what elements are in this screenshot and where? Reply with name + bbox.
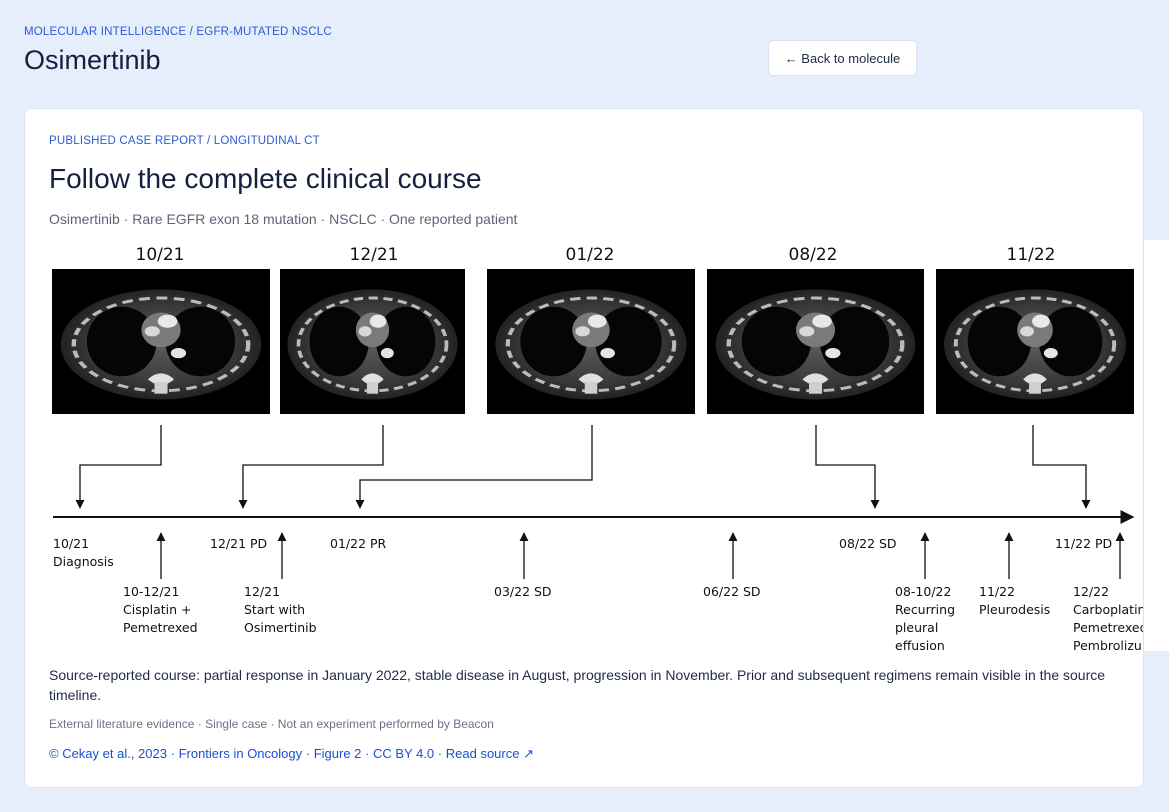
scan-connectors	[75, 425, 1091, 509]
timeline-label: 10/21	[53, 536, 89, 551]
citation-license-link[interactable]: CC BY 4.0	[373, 746, 434, 761]
card-subtitle: Osimertinib · Rare EGFR exon 18 mutation…	[49, 211, 518, 227]
scan-date-label: 11/22	[1007, 245, 1056, 265]
back-to-molecule-button[interactable]: ← Back to molecule	[768, 40, 917, 76]
ct-scan-image	[278, 267, 467, 416]
timeline-label: 11/22 PD	[1055, 536, 1112, 551]
figure-overflow-edge	[1144, 240, 1169, 651]
timeline-label: 08-10/22	[895, 584, 951, 599]
citation-figure-link[interactable]: Figure 2	[314, 746, 362, 761]
read-source-link[interactable]: Read source ↗	[446, 746, 534, 761]
timeline-label: Pembrolizumab	[1073, 638, 1144, 653]
scan-date-label: 01/22	[566, 245, 615, 265]
timeline-label: Osimertinib	[244, 620, 317, 635]
timeline-label: 06/22 SD	[703, 584, 761, 599]
evidence-note: External literature evidence · Single ca…	[49, 717, 494, 731]
timeline-label: Start with	[244, 602, 305, 617]
scan-date-label: 10/21	[136, 245, 185, 265]
timeline-label: Pemetrexed	[123, 620, 198, 635]
timeline-label: Diagnosis	[53, 554, 114, 569]
timeline-label: 03/22 SD	[494, 584, 552, 599]
ct-scan-image	[707, 269, 924, 414]
timeline-label: Recurring	[895, 602, 955, 617]
timeline-label: effusion	[895, 638, 945, 653]
timeline-label: Cisplatin +	[123, 602, 192, 617]
timeline-label: Carboplatin +	[1073, 602, 1144, 617]
citation-journal-link[interactable]: Frontiers in Oncology	[179, 746, 303, 761]
card-eyebrow: PUBLISHED CASE REPORT / LONGITUDINAL CT	[49, 135, 320, 147]
scan-date-label: 08/22	[789, 245, 838, 265]
timeline-figure-svg: 10/21 12/21 01/22 08/22 11/22 10/21 Diag…	[25, 245, 1144, 653]
scan-date-label: 12/21	[350, 245, 399, 265]
timeline-label: 10-12/21	[123, 584, 179, 599]
ct-scan-image	[487, 269, 695, 414]
timeline-label: 12/21	[244, 584, 280, 599]
clinical-course-figure: 10/21 12/21 01/22 08/22 11/22 10/21 Diag…	[25, 241, 1144, 656]
timeline-label: Pemetrexed +	[1073, 620, 1144, 635]
timeline-label: 08/22 SD	[839, 536, 897, 551]
event-arrows	[156, 532, 1125, 579]
timeline-label: 12/22	[1073, 584, 1109, 599]
card-title: Follow the complete clinical course	[49, 163, 482, 194]
breadcrumb: MOLECULAR INTELLIGENCE / EGFR-MUTATED NS…	[24, 26, 332, 38]
timeline-label: 11/22	[979, 584, 1015, 599]
ct-scan-image	[52, 269, 270, 414]
timeline-label: 12/21 PD	[210, 536, 267, 551]
citation-author-link[interactable]: © Cekay et al., 2023	[49, 746, 167, 761]
timeline-label: 01/22 PR	[330, 536, 387, 551]
course-summary: Source-reported course: partial response…	[49, 667, 1106, 703]
case-report-card: PUBLISHED CASE REPORT / LONGITUDINAL CT …	[24, 108, 1144, 788]
ct-scan-image	[934, 267, 1136, 416]
timeline-label: Pleurodesis	[979, 602, 1050, 617]
citation-line: © Cekay et al., 2023 · Frontiers in Onco…	[49, 746, 534, 761]
page-title: Osimertinib	[24, 45, 161, 75]
timeline-label: pleural	[895, 620, 938, 635]
